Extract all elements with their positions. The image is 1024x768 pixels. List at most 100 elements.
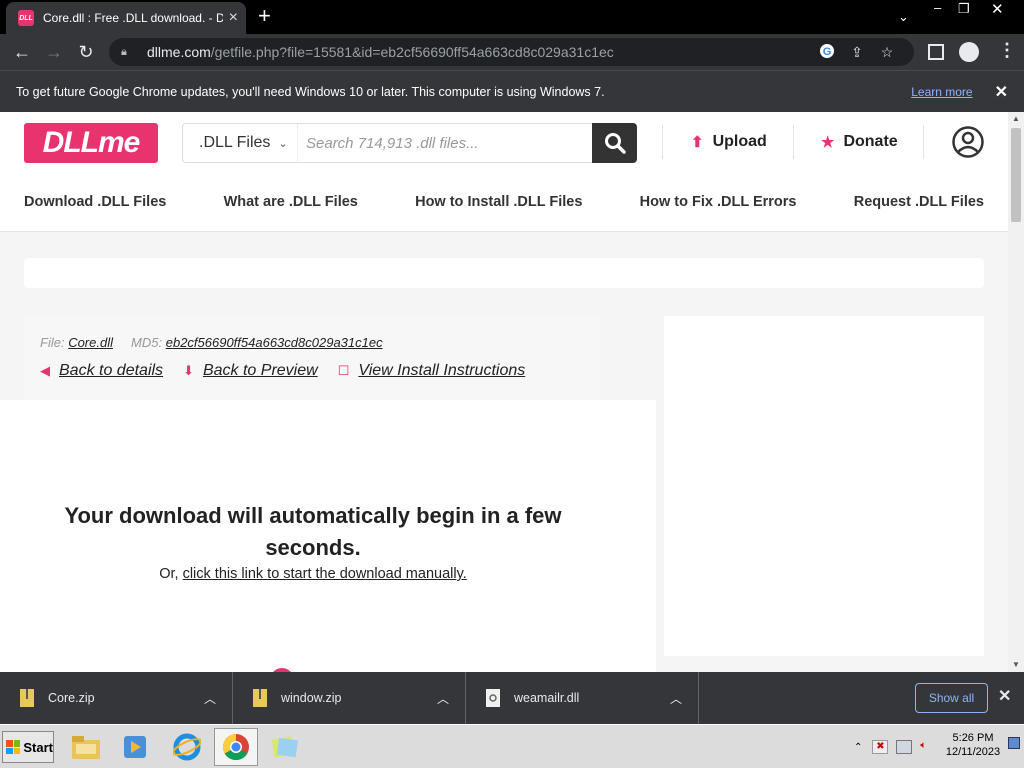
back-icon[interactable]: ← — [6, 42, 38, 63]
file-name-link[interactable]: Core.dll — [68, 335, 113, 350]
download-filename: weamailr.dll — [514, 691, 580, 705]
ad-placeholder — [24, 258, 984, 288]
bookmark-star-icon[interactable]: ☆ — [872, 44, 902, 61]
clock-date: 12/11/2023 — [945, 746, 1001, 758]
zip-file-icon — [253, 689, 267, 707]
main-nav: Download .DLL Files What are .DLL Files … — [24, 194, 984, 210]
chrome-taskbar-icon[interactable] — [214, 728, 258, 766]
profile-icon[interactable] — [959, 42, 979, 62]
arrow-left-circle-icon: ◀ — [40, 363, 50, 378]
donate-button[interactable]: ★ Donate — [821, 126, 898, 158]
start-label: Start — [23, 739, 53, 755]
explorer-taskbar-icon[interactable] — [64, 728, 108, 766]
browser-tab[interactable]: DLL Core.dll : Free .DLL download. - DLL… — [6, 2, 246, 34]
note-icon: ☐ — [337, 363, 350, 378]
close-window-icon[interactable]: ✕ — [991, 0, 1004, 18]
minimize-icon[interactable]: – — [934, 0, 941, 15]
url-path: /getfile.php?file=15581&id=eb2cf56690ff5… — [210, 44, 614, 60]
divider — [793, 125, 794, 159]
download-icon: ⬇︎ — [183, 363, 194, 378]
user-avatar-icon[interactable] — [952, 126, 984, 158]
volume-icon[interactable]: 🔈︎ — [920, 740, 934, 754]
nav-request-dll[interactable]: Request .DLL Files — [854, 194, 984, 210]
menu-icon[interactable]: ⋮ — [998, 40, 1016, 61]
install-instructions-link[interactable]: ☐ View Install Instructions — [338, 362, 526, 380]
windows-taskbar: Start ⌃ ✖ 🔈︎ 5:26 PM 12/11/2023 — [0, 724, 1024, 768]
media-player-taskbar-icon[interactable] — [113, 728, 157, 766]
show-desktop-button[interactable] — [1008, 737, 1020, 749]
internet-explorer-taskbar-icon[interactable] — [165, 728, 209, 766]
infobar-close-icon[interactable]: ✕ — [995, 82, 1008, 102]
manual-download-link[interactable]: click this link to start the download ma… — [183, 566, 467, 582]
update-infobar: To get future Google Chrome updates, you… — [0, 70, 1024, 112]
nav-how-to-fix[interactable]: How to Fix .DLL Errors — [640, 194, 797, 210]
search-button[interactable] — [592, 123, 637, 163]
divider — [923, 125, 924, 159]
windows-logo-icon — [6, 740, 21, 754]
favicon: DLL — [18, 10, 34, 26]
manual-download-line: Or, click this link to start the downloa… — [30, 566, 596, 582]
restore-icon[interactable]: ❐ — [958, 1, 970, 17]
download-message: Your download will automatically begin i… — [64, 503, 562, 560]
nav-download-dll[interactable]: Download .DLL Files — [24, 194, 166, 210]
reload-icon[interactable]: ↻ — [70, 42, 102, 63]
back-to-details-link[interactable]: ◀ Back to details — [40, 362, 163, 380]
address-bar[interactable]: 🔒︎ dllme.com/getfile.php?file=15581&id=e… — [109, 38, 914, 66]
file-label: File: — [40, 335, 65, 350]
md5-link[interactable]: eb2cf56690ff54a663cd8c029a31c1ec — [166, 335, 383, 350]
lock-icon: 🔒︎ — [121, 45, 127, 58]
browser-titlebar: DLL Core.dll : Free .DLL download. - DLL… — [0, 0, 1024, 34]
chevron-up-icon[interactable]: ︿ — [204, 690, 216, 707]
browser-toolbar: ← → ↻ 🔒︎ dllme.com/getfile.php?file=1558… — [0, 34, 1024, 70]
divider — [662, 125, 663, 159]
taskbar-clock[interactable]: 5:26 PM 12/11/2023 — [942, 731, 1004, 759]
zip-file-icon — [20, 689, 34, 707]
file-type-select[interactable]: .DLL Files ⌄ — [183, 124, 298, 162]
chevron-up-icon[interactable]: ︿ — [670, 690, 682, 707]
tab-search-icon[interactable]: ⌄ — [898, 9, 909, 25]
search-input[interactable] — [298, 124, 592, 162]
download-filename: Core.zip — [48, 691, 95, 705]
show-all-button[interactable]: Show all — [915, 683, 988, 713]
download-item[interactable]: weamailr.dll ︿ — [466, 672, 699, 724]
chevron-up-icon[interactable]: ︿ — [437, 690, 449, 707]
nav-how-to-install[interactable]: How to Install .DLL Files — [415, 194, 582, 210]
download-item[interactable]: Core.zip ︿ — [0, 672, 233, 724]
learn-more-link[interactable]: Learn more — [911, 85, 972, 99]
show-hidden-icons-icon[interactable]: ⌃ — [854, 742, 862, 753]
google-lens-icon[interactable]: G — [812, 43, 842, 62]
back-to-preview-link[interactable]: ⬇︎ Back to Preview — [183, 362, 318, 380]
side-panel-icon[interactable] — [928, 44, 944, 60]
install-instructions-label: View Install Instructions — [358, 362, 526, 379]
download-item[interactable]: window.zip ︿ — [233, 672, 466, 724]
download-filename: window.zip — [281, 691, 342, 705]
site-logo[interactable]: DLLme — [24, 123, 158, 163]
page-scrollbar[interactable]: ▲ ▼ — [1008, 112, 1024, 672]
upload-icon: ⬆︎ — [691, 134, 704, 151]
close-shelf-icon[interactable]: ✕ — [998, 686, 1011, 706]
search-bar: .DLL Files ⌄ — [182, 123, 637, 163]
scroll-up-icon[interactable]: ▲ — [1012, 114, 1020, 123]
md5-label: MD5: — [131, 335, 163, 350]
action-center-icon[interactable]: ✖ — [872, 740, 889, 754]
notes-taskbar-icon[interactable] — [263, 728, 307, 766]
start-button[interactable]: Start — [2, 731, 54, 763]
infobar-message: To get future Google Chrome updates, you… — [16, 84, 605, 99]
scroll-down-icon[interactable]: ▼ — [1012, 660, 1020, 669]
new-tab-icon[interactable]: + — [258, 5, 271, 27]
back-to-details-label: Back to details — [59, 362, 164, 379]
tab-title: Core.dll : Free .DLL download. - DLL — [43, 11, 223, 25]
file-info-card: File: Core.dll MD5: eb2cf56690ff54a663cd… — [24, 316, 600, 400]
upload-label: Upload — [712, 133, 767, 150]
close-tab-icon[interactable]: × — [229, 10, 238, 26]
upload-button[interactable]: ⬆︎ Upload — [691, 126, 767, 158]
nav-what-are-dll[interactable]: What are .DLL Files — [224, 194, 358, 210]
scrollbar-thumb[interactable] — [1011, 128, 1021, 222]
file-type-value: .DLL Files — [199, 134, 271, 151]
network-icon[interactable] — [896, 740, 913, 754]
back-to-preview-label: Back to Preview — [202, 362, 318, 379]
forward-icon[interactable]: → — [38, 42, 70, 63]
url-domain: dllme.com — [147, 44, 211, 60]
share-icon[interactable]: ⇪ — [842, 44, 872, 61]
chevron-down-icon: ⌄ — [278, 137, 288, 150]
